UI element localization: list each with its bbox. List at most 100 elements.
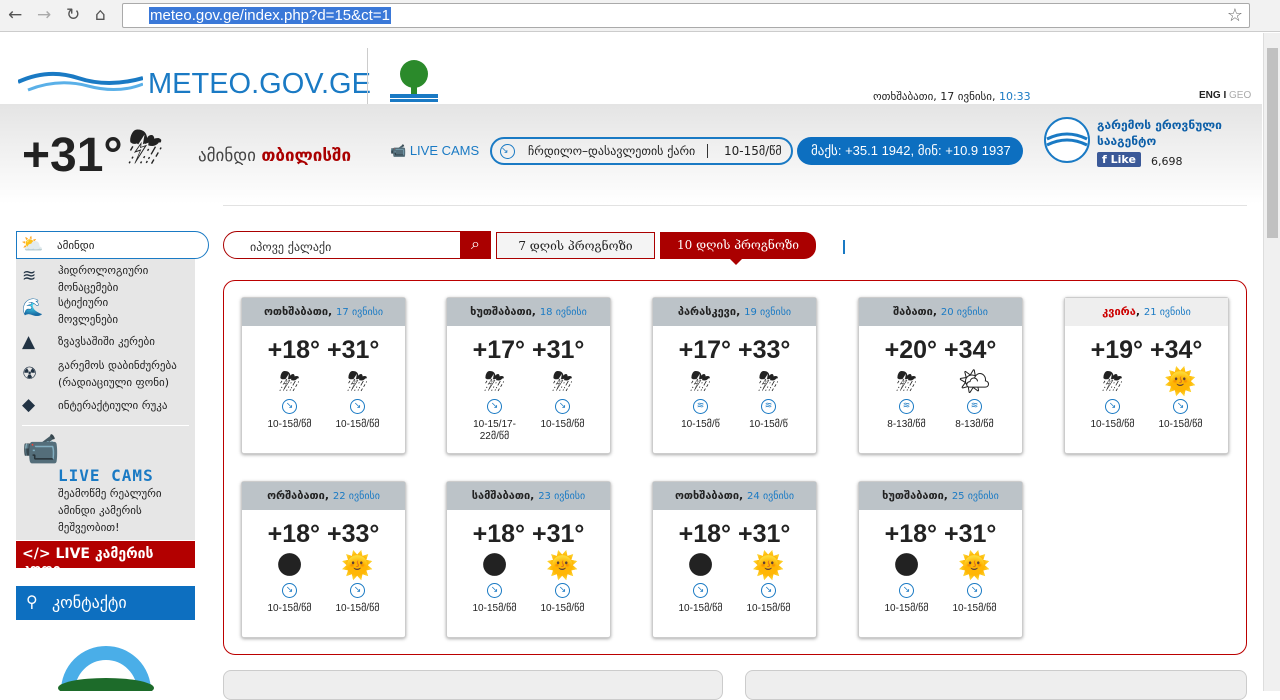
tab-10-day-forecast[interactable]: 10 დღის პროგნოზი [660,232,816,265]
forecast-period: 🌞 ↘ 10-15მ/წმ [539,551,587,615]
forecast-day-card[interactable]: ოთხშაბათი, 24 ივნისი +18° +31° 🌑 ↘ 10-15… [652,481,817,638]
temp-min: +20° [884,336,938,364]
moon-weather-icon: 🌑 [480,551,509,581]
temperature-range: +18° +31° [653,520,816,549]
temperature-range: +18° +33° [242,520,405,549]
reload-icon[interactable]: ↻ [66,5,80,25]
forecast-day-card[interactable]: ოთხშაბათი, 17 ივნისი +18° +31° ⛈ ↘ 10-15… [241,297,406,454]
forecast-period: 🌞 ↘ 10-15მ/წმ [745,551,793,615]
scrollbar[interactable] [1263,33,1280,691]
live-camera-code-button[interactable]: </> LIVE კამერის კოდი [16,541,195,578]
search-button[interactable]: ⌕ [460,231,491,259]
lang-geo[interactable]: GEO [1229,90,1251,101]
location-pin-icon: ⚲ [26,592,38,611]
temp-min: +17° [678,336,732,364]
live-cams-label: LIVE CAMS [409,143,480,158]
forecast-day-card[interactable]: ორშაბათი, 22 ივნისი +18° +33° 🌑 ↘ 10-15მ… [241,481,406,638]
wind-direction-icon: ↘ [761,583,776,598]
wind-direction-icon: ↘ [1105,399,1120,414]
wind-speed: 10-15მ/წმ [472,603,517,614]
wind-direction-icon: ≋ [761,399,776,414]
wind-speed: 10-15მ/წმ [952,603,997,614]
forecast-period: ⛈ ↘ 10-15/17-22მ/წმ [471,367,519,443]
sidebar-item-avalanche[interactable]: ზვავსაშიში კერები [58,333,155,350]
forecast-day-card[interactable]: შაბათი, 20 ივნისი +20° +34° ⛈ ≋ 8-13მ/წმ… [858,297,1023,454]
text-cursor [843,240,845,254]
card-header: პარასკევი, 19 ივნისი [653,298,816,326]
day-date: 25 ივნისი [951,491,999,502]
moon-weather-icon: 🌑 [275,551,304,581]
day-date: 24 ივნისი [747,491,795,502]
bookmark-star-icon[interactable]: ☆ [1227,5,1243,26]
current-date: ოთხშაბათი, 17 ივნისი, 10:33 [873,90,1031,103]
day-date: 20 ივნისი [940,307,988,318]
temp-max: +33° [737,336,791,364]
sidebar-item-hydrology[interactable]: ჰიდროლოგიური მონაცემები [58,262,168,296]
agency-logo-icon[interactable] [1043,115,1091,165]
wind-direction-icon: ↘ [487,583,502,598]
url-text[interactable]: meteo.gov.ge/index.php?d=15&ct=1 [149,7,391,24]
temp-max: +31° [326,336,380,364]
forecast-day-card[interactable]: პარასკევი, 19 ივნისი +17° +33° ⛈ ≋ 10-15… [652,297,817,454]
back-icon[interactable]: ← [8,5,22,25]
temperature-range: +20° +34° [859,336,1022,365]
storm-weather-icon: ⛈ [484,367,505,397]
contact-button[interactable]: ⚲ კონტაქტი [16,586,195,620]
wind-direction-icon: ↘ [693,583,708,598]
forecast-period: 🌞 ↘ 10-15მ/წმ [951,551,999,615]
temp-min: +18° [267,520,321,548]
live-cams-text: შეამოწმე რეალური ამინდი კამერის მეშვეობი… [58,487,162,534]
wind-speed: 8-13მ/წმ [955,419,994,430]
forecast-period: 🌞 ↘ 10-15მ/წმ [334,551,382,615]
facebook-like-button[interactable]: f Like [1097,152,1141,167]
live-cams-title[interactable]: LIVE CAMS [58,466,154,485]
sidebar-item-weather[interactable]: ⛅ ამინდი [16,231,209,259]
wind-direction-icon: ↘ [282,399,297,414]
wind-direction-icon: ↘ [967,583,982,598]
day-name: პარასკევი [677,305,737,318]
lang-eng[interactable]: ENG [1199,90,1221,101]
forecast-period: ⛈ ↘ 10-15მ/წმ [266,367,314,431]
divider [367,48,368,104]
day-name: ორშაბათი [267,489,325,502]
weather-city-title[interactable]: ამინდი თბილისში [198,146,351,166]
city-search-input[interactable]: იპოვე ქალაქი [223,231,491,259]
forecast-day-card[interactable]: კვირა, 21 ივნისი +19° +34° ⛈ ↘ 10-15მ/წმ… [1064,297,1229,454]
temp-max: +34° [1149,336,1203,364]
wind-speed: 8-13მ/წმ [887,419,926,430]
agency-name[interactable]: გარემოს ეროვნული სააგენტო [1097,117,1237,149]
sidebar-item-pollution[interactable]: გარემოს დაბინძურება (რადიაციული ფონი) [58,357,188,391]
forecast-day-card[interactable]: სამშაბათი, 23 ივნისი +18° +31° 🌑 ↘ 10-15… [446,481,611,638]
scrollbar-thumb[interactable] [1267,48,1278,238]
time-text: 10:33 [998,90,1031,103]
forecast-day-card[interactable]: ხუთშაბათი, 25 ივნისი +18° +31° 🌑 ↘ 10-15… [858,481,1023,638]
partly-weather-icon: 🌤 [957,367,991,397]
address-bar[interactable]: meteo.gov.ge/index.php?d=15&ct=1 ☆ [122,3,1250,28]
day-date: 17 ივნისი [336,307,384,318]
live-cams-link[interactable]: 📹 LIVE CAMS [390,143,479,159]
day-name: სამშაბათი [471,489,531,502]
forecast-day-card[interactable]: ხუთშაბათი, 18 ივნისი +17° +31° ⛈ ↘ 10-15… [446,297,611,454]
current-temperature: +31° [22,129,123,182]
sidebar-item-disasters[interactable]: სტიქიური მოვლენები [58,294,148,328]
storm-cloud-icon: ⛈ [128,122,164,173]
card-header: ხუთშაბათი, 25 ივნისი [859,482,1022,510]
moon-weather-icon: 🌑 [892,551,921,581]
date-text: ოთხშაბათი, 17 ივნისი, [873,90,996,103]
tab-7-day-forecast[interactable]: 7 დღის პროგნოზი [496,232,655,259]
forward-icon[interactable]: → [37,5,51,25]
sun-weather-icon: 🌞 [752,551,785,581]
card-header: ოთხშაბათი, 17 ივნისი [242,298,405,326]
day-date: 18 ივნისი [539,307,587,318]
divider [22,425,189,426]
home-icon[interactable]: ⌂ [95,5,106,25]
day-name: ოთხშაბათი [263,305,329,318]
wind-speed: 10-15მ/წმ [1090,419,1135,430]
temp-max: +34° [943,336,997,364]
sidebar-item-map[interactable]: ინტერაქტიული რუკა [58,397,167,414]
card-header: შაბათი, 20 ივნისი [859,298,1022,326]
site-logo[interactable]: METEO.GOV.GE [17,60,371,100]
facebook-icon: f [1102,153,1107,166]
temp-max: +31° [737,520,791,548]
wind-direction-icon: ↘ [899,583,914,598]
